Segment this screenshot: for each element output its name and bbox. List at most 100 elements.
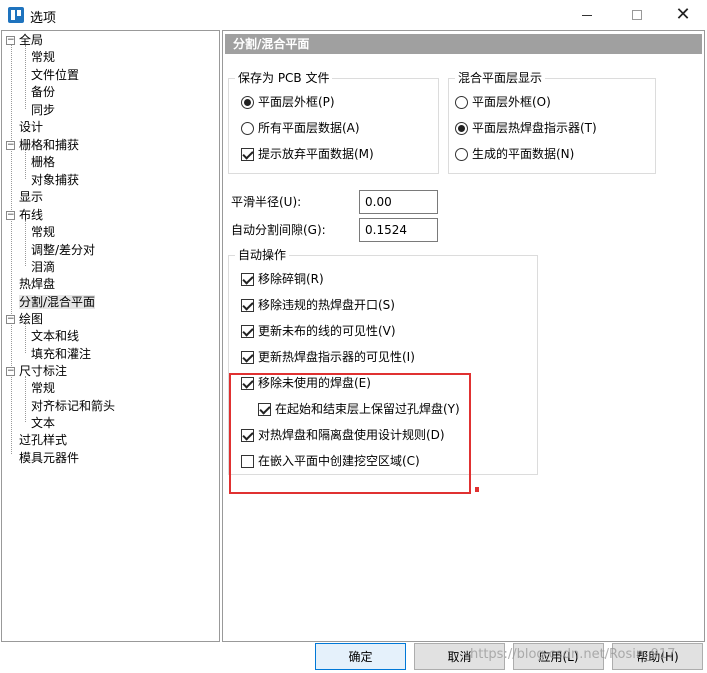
option-label: 平面层热焊盘指示器(T) <box>472 121 597 135</box>
option-label: 更新热焊盘指示器的可见性(I) <box>258 350 415 364</box>
radio-button[interactable] <box>455 96 468 109</box>
tree-item-label: 模具元器件 <box>19 451 80 465</box>
tree-connector <box>25 324 26 353</box>
option-label: 所有平面层数据(A) <box>258 121 360 135</box>
checkbox[interactable] <box>241 148 254 161</box>
tree-item-label: 文件位置 <box>31 68 80 82</box>
tree-item-label: 文本和线 <box>31 329 80 343</box>
tree-item-teardrops[interactable]: 泪滴 <box>31 259 55 276</box>
tree-item-grid[interactable]: 栅格 <box>31 154 55 171</box>
tree-item-via-styles[interactable]: 过孔样式 <box>19 432 67 449</box>
tree-connector <box>11 45 12 454</box>
collapse-icon[interactable]: − <box>6 36 15 45</box>
tree-connector <box>25 220 26 266</box>
tree-item-thermals[interactable]: 热焊盘 <box>19 276 55 293</box>
option-label: 移除违规的热焊盘开口(S) <box>258 298 395 312</box>
option-label: 生成的平面数据(N) <box>472 147 575 161</box>
tree-item-fill-flood[interactable]: 填充和灌注 <box>31 346 91 363</box>
tree-item-label: 常规 <box>31 381 56 395</box>
maximize-button[interactable] <box>614 0 660 30</box>
tree-item-die-components[interactable]: 模具元器件 <box>19 450 79 467</box>
minimize-icon <box>582 14 592 16</box>
tree-connector <box>25 45 26 109</box>
collapse-icon[interactable]: − <box>6 141 15 150</box>
tree-item-design[interactable]: 设计 <box>19 119 43 136</box>
options-tree[interactable]: − 全局 常规 文件位置 备份 同步 设计 − 栅格和捕获 栅格 对象捕获 显示… <box>1 30 220 642</box>
close-icon: ✕ <box>675 4 691 25</box>
tree-item-label: 过孔样式 <box>19 433 68 447</box>
maximize-icon <box>632 10 642 20</box>
checkbox[interactable] <box>241 273 254 286</box>
save-as-pcb-group: 保存为 PCB 文件 平面层外框(P) 所有平面层数据(A) 提示放弃平面数据(… <box>228 71 439 174</box>
option-label: 更新未布的线的可见性(V) <box>258 324 396 338</box>
tree-item-dim-text[interactable]: 文本 <box>31 415 55 432</box>
tree-item-label: 对象捕获 <box>31 173 80 187</box>
tree-item-label: 常规 <box>31 50 56 64</box>
tree-item-label: 热焊盘 <box>19 277 56 291</box>
tree-item-dim-general[interactable]: 常规 <box>31 380 55 397</box>
title-bar: 选项 ✕ <box>0 0 707 30</box>
option-label: 移除碎铜(R) <box>258 272 324 286</box>
collapse-icon[interactable]: − <box>6 315 15 324</box>
tree-item-general[interactable]: 常规 <box>31 49 55 66</box>
tree-item-backup[interactable]: 备份 <box>31 84 55 101</box>
checkbox[interactable] <box>241 325 254 338</box>
highlight-mark <box>475 487 479 492</box>
tree-item-object-snap[interactable]: 对象捕获 <box>31 172 79 189</box>
auto-gap-input[interactable] <box>359 218 438 242</box>
tree-connector <box>25 376 26 422</box>
radio-button[interactable] <box>455 122 468 135</box>
tree-item-label: 调整/差分对 <box>31 243 96 257</box>
cancel-button[interactable]: 取消 <box>414 643 505 670</box>
ok-button[interactable]: 确定 <box>315 643 406 670</box>
option-label: 提示放弃平面数据(M) <box>258 147 374 161</box>
window-title: 选项 <box>30 11 57 26</box>
tree-item-label: 布线 <box>19 208 44 222</box>
auto-gap-label: 自动分割间隙(G): <box>231 223 326 237</box>
tree-item-label: 常规 <box>31 225 56 239</box>
tree-connector <box>25 150 26 179</box>
help-button[interactable]: 帮助(H) <box>612 643 703 670</box>
tree-item-label: 显示 <box>19 190 44 204</box>
radio-button[interactable] <box>241 96 254 109</box>
radio-button[interactable] <box>241 122 254 135</box>
option-label: 平面层外框(P) <box>258 95 335 109</box>
tree-item-label: 备份 <box>31 85 56 99</box>
tree-item-tuning-diff-pairs[interactable]: 调整/差分对 <box>31 242 95 259</box>
tree-item-label: 全局 <box>19 33 44 47</box>
collapse-icon[interactable]: − <box>6 367 15 376</box>
tree-item-split-mixed-plane[interactable]: 分割/混合平面 <box>19 294 96 311</box>
group-title: 保存为 PCB 文件 <box>235 71 333 86</box>
tree-item-label: 文本 <box>31 416 56 430</box>
checkbox[interactable] <box>241 351 254 364</box>
collapse-icon[interactable]: − <box>6 211 15 220</box>
highlight-annotation <box>229 373 471 494</box>
mixed-plane-display-group: 混合平面层显示 平面层外框(O) 平面层热焊盘指示器(T) 生成的平面数据(N) <box>448 71 656 174</box>
tree-item-label: 栅格和捕获 <box>19 138 80 152</box>
radio-button[interactable] <box>455 148 468 161</box>
tree-item-display[interactable]: 显示 <box>19 189 43 206</box>
tree-item-sync[interactable]: 同步 <box>31 102 55 119</box>
tree-item-label: 栅格 <box>31 155 56 169</box>
apply-button[interactable]: 应用(L) <box>513 643 604 670</box>
options-panel: 分割/混合平面 保存为 PCB 文件 平面层外框(P) 所有平面层数据(A) 提… <box>222 30 705 642</box>
tree-item-text-lines[interactable]: 文本和线 <box>31 328 79 345</box>
smooth-radius-label: 平滑半径(U): <box>231 195 302 209</box>
checkbox[interactable] <box>241 299 254 312</box>
panel-header: 分割/混合平面 <box>225 34 702 54</box>
tree-item-label: 尺寸标注 <box>19 364 68 378</box>
tree-item-label: 填充和灌注 <box>31 347 92 361</box>
tree-item-file-locations[interactable]: 文件位置 <box>31 67 79 84</box>
tree-item-label: 泪滴 <box>31 260 56 274</box>
option-label: 平面层外框(O) <box>472 95 551 109</box>
minimize-button[interactable] <box>564 0 610 30</box>
tree-item-label: 绘图 <box>19 312 44 326</box>
tree-item-align-markers-arrows[interactable]: 对齐标记和箭头 <box>31 398 115 415</box>
tree-item-label: 分割/混合平面 <box>19 295 96 309</box>
smooth-radius-input[interactable] <box>359 190 438 214</box>
app-icon <box>8 7 24 23</box>
group-title: 自动操作 <box>235 248 290 263</box>
tree-item-label: 对齐标记和箭头 <box>31 399 116 413</box>
close-button[interactable]: ✕ <box>660 0 706 30</box>
tree-item-routing-general[interactable]: 常规 <box>31 224 55 241</box>
